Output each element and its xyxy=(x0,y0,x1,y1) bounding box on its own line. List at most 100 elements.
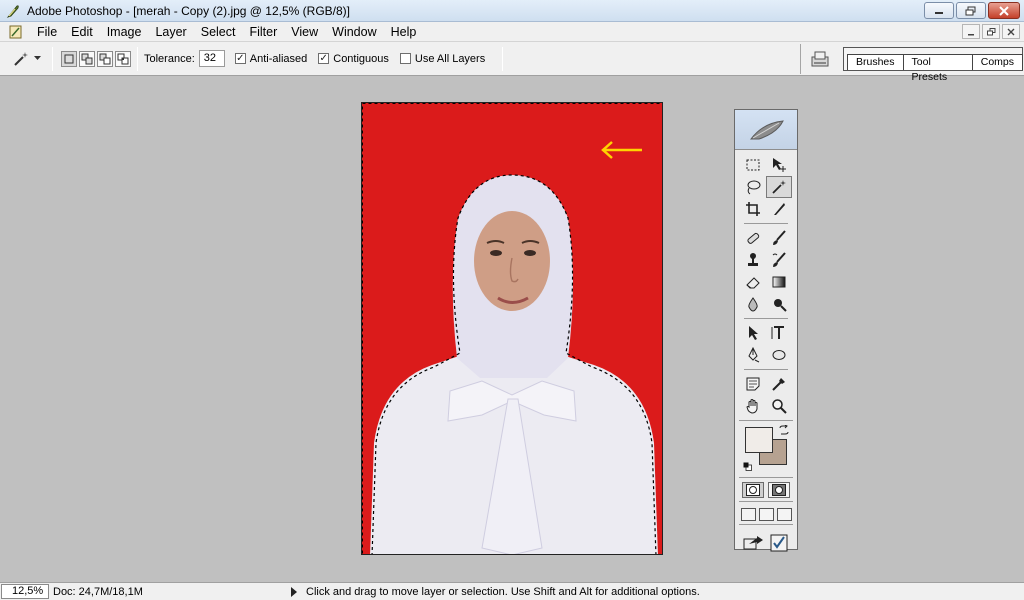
magic-wand-icon xyxy=(772,180,786,194)
pen-tool[interactable] xyxy=(740,344,766,366)
doc-minimize-button[interactable] xyxy=(962,24,980,39)
tool-preset-picker[interactable] xyxy=(6,46,46,72)
tolerance-input[interactable]: 32 xyxy=(198,50,225,67)
marquee-tool[interactable] xyxy=(740,154,766,176)
pen-icon xyxy=(748,347,760,363)
file-browser-icon[interactable] xyxy=(809,48,831,70)
contiguous-checkbox[interactable]: ✓ xyxy=(318,53,330,64)
menu-layer[interactable]: Layer xyxy=(148,22,193,42)
healing-brush-tool[interactable] xyxy=(740,227,766,249)
separator xyxy=(744,369,788,370)
swap-colors-icon[interactable] xyxy=(779,425,789,435)
separator xyxy=(739,477,793,478)
restore-button[interactable] xyxy=(956,2,986,19)
menu-window[interactable]: Window xyxy=(325,22,383,42)
brush-icon xyxy=(773,230,786,245)
bandage-icon xyxy=(747,232,760,244)
menu-view[interactable]: View xyxy=(284,22,325,42)
full-screen-menu-mode-button[interactable] xyxy=(758,508,774,521)
mask-mode-group xyxy=(735,482,797,498)
slice-tool[interactable] xyxy=(766,198,792,220)
magic-wand-tool[interactable] xyxy=(766,176,792,198)
separator xyxy=(739,501,793,502)
jump-to-imageready-button[interactable] xyxy=(743,533,765,553)
separator xyxy=(744,318,788,319)
brush-tool[interactable] xyxy=(766,227,792,249)
eyedropper-tool[interactable] xyxy=(766,373,792,395)
separator xyxy=(52,46,53,71)
notes-tool[interactable] xyxy=(740,373,766,395)
minimize-button[interactable] xyxy=(924,2,954,19)
zoom-level-field[interactable]: 12,5% xyxy=(1,584,49,599)
blur-tool[interactable] xyxy=(740,293,766,315)
close-icon xyxy=(1007,28,1015,35)
eraser-tool[interactable] xyxy=(740,271,766,293)
menu-image[interactable]: Image xyxy=(100,22,149,42)
add-to-selection-button[interactable] xyxy=(79,50,95,67)
move-tool[interactable] xyxy=(766,154,792,176)
doc-close-button[interactable] xyxy=(1002,24,1020,39)
title-bar: Adobe Photoshop - [merah - Copy (2).jpg … xyxy=(0,0,1024,22)
tab-brushes[interactable]: Brushes xyxy=(847,54,904,70)
menu-bar: File Edit Image Layer Select Filter View… xyxy=(0,22,1024,42)
ellipse-shape-tool[interactable] xyxy=(766,344,792,366)
history-brush-tool[interactable] xyxy=(766,249,792,271)
lasso-tool[interactable] xyxy=(740,176,766,198)
document-icon[interactable] xyxy=(8,24,24,40)
add-selection-icon xyxy=(81,53,93,64)
hand-tool[interactable] xyxy=(740,395,766,417)
menu-edit[interactable]: Edit xyxy=(64,22,100,42)
window-title: Adobe Photoshop - [merah - Copy (2).jpg … xyxy=(27,3,350,18)
crop-tool[interactable] xyxy=(740,198,766,220)
toolbox xyxy=(734,109,798,553)
subtract-from-selection-button[interactable] xyxy=(97,50,113,67)
burn-tool[interactable] xyxy=(766,293,792,315)
arrow-pointer-icon xyxy=(749,326,758,340)
document-canvas[interactable] xyxy=(361,102,663,555)
menu-help[interactable]: Help xyxy=(384,22,424,42)
checkmark-icon xyxy=(770,534,787,552)
anti-aliased-label: Anti-aliased xyxy=(249,52,308,65)
tool-grid xyxy=(735,154,797,417)
doc-restore-button[interactable] xyxy=(982,24,1000,39)
rectangular-marquee-icon xyxy=(746,159,760,171)
gradient-icon xyxy=(772,276,786,288)
quick-mask-mode-button[interactable] xyxy=(768,482,790,498)
standard-mode-button[interactable] xyxy=(742,482,764,498)
eyedropper-icon xyxy=(772,378,785,391)
menu-file[interactable]: File xyxy=(30,22,64,42)
intersect-selection-button[interactable] xyxy=(115,50,131,67)
jump-to-icon xyxy=(743,536,763,550)
imageready-button[interactable] xyxy=(768,533,790,553)
play-arrow-icon[interactable] xyxy=(290,586,298,597)
toolbox-header[interactable] xyxy=(735,110,797,150)
separator xyxy=(739,420,793,421)
foreground-color-swatch[interactable] xyxy=(745,427,773,453)
clone-stamp-tool[interactable] xyxy=(740,249,766,271)
default-colors-icon[interactable] xyxy=(743,462,752,471)
menu-filter[interactable]: Filter xyxy=(242,22,284,42)
full-screen-mode-button[interactable] xyxy=(776,508,792,521)
restore-icon xyxy=(965,6,976,15)
path-selection-tool[interactable] xyxy=(740,322,766,344)
use-all-layers-checkbox[interactable] xyxy=(399,53,411,64)
gradient-tool[interactable] xyxy=(766,271,792,293)
chevron-down-icon xyxy=(33,56,41,60)
slice-icon xyxy=(774,203,785,215)
new-selection-button[interactable] xyxy=(61,50,77,67)
tab-comps[interactable]: Comps xyxy=(971,54,1023,70)
anti-aliased-checkbox[interactable]: ✓ xyxy=(234,53,246,64)
screen-mode-group xyxy=(735,508,797,521)
tolerance-label: Tolerance: xyxy=(144,52,195,65)
burn-icon xyxy=(774,299,787,312)
document-info[interactable]: Doc: 24,7M/18,1M xyxy=(53,586,233,598)
zoom-tool[interactable] xyxy=(766,395,792,417)
standard-screen-mode-button[interactable] xyxy=(740,508,756,521)
drop-icon xyxy=(748,297,758,312)
type-tool[interactable] xyxy=(766,322,792,344)
menu-select[interactable]: Select xyxy=(194,22,243,42)
tab-tool-presets[interactable]: Tool Presets xyxy=(902,54,973,83)
close-button[interactable] xyxy=(988,2,1020,19)
intersect-selection-icon xyxy=(117,53,129,64)
status-hint-text: Click and drag to move layer or selectio… xyxy=(306,585,700,598)
